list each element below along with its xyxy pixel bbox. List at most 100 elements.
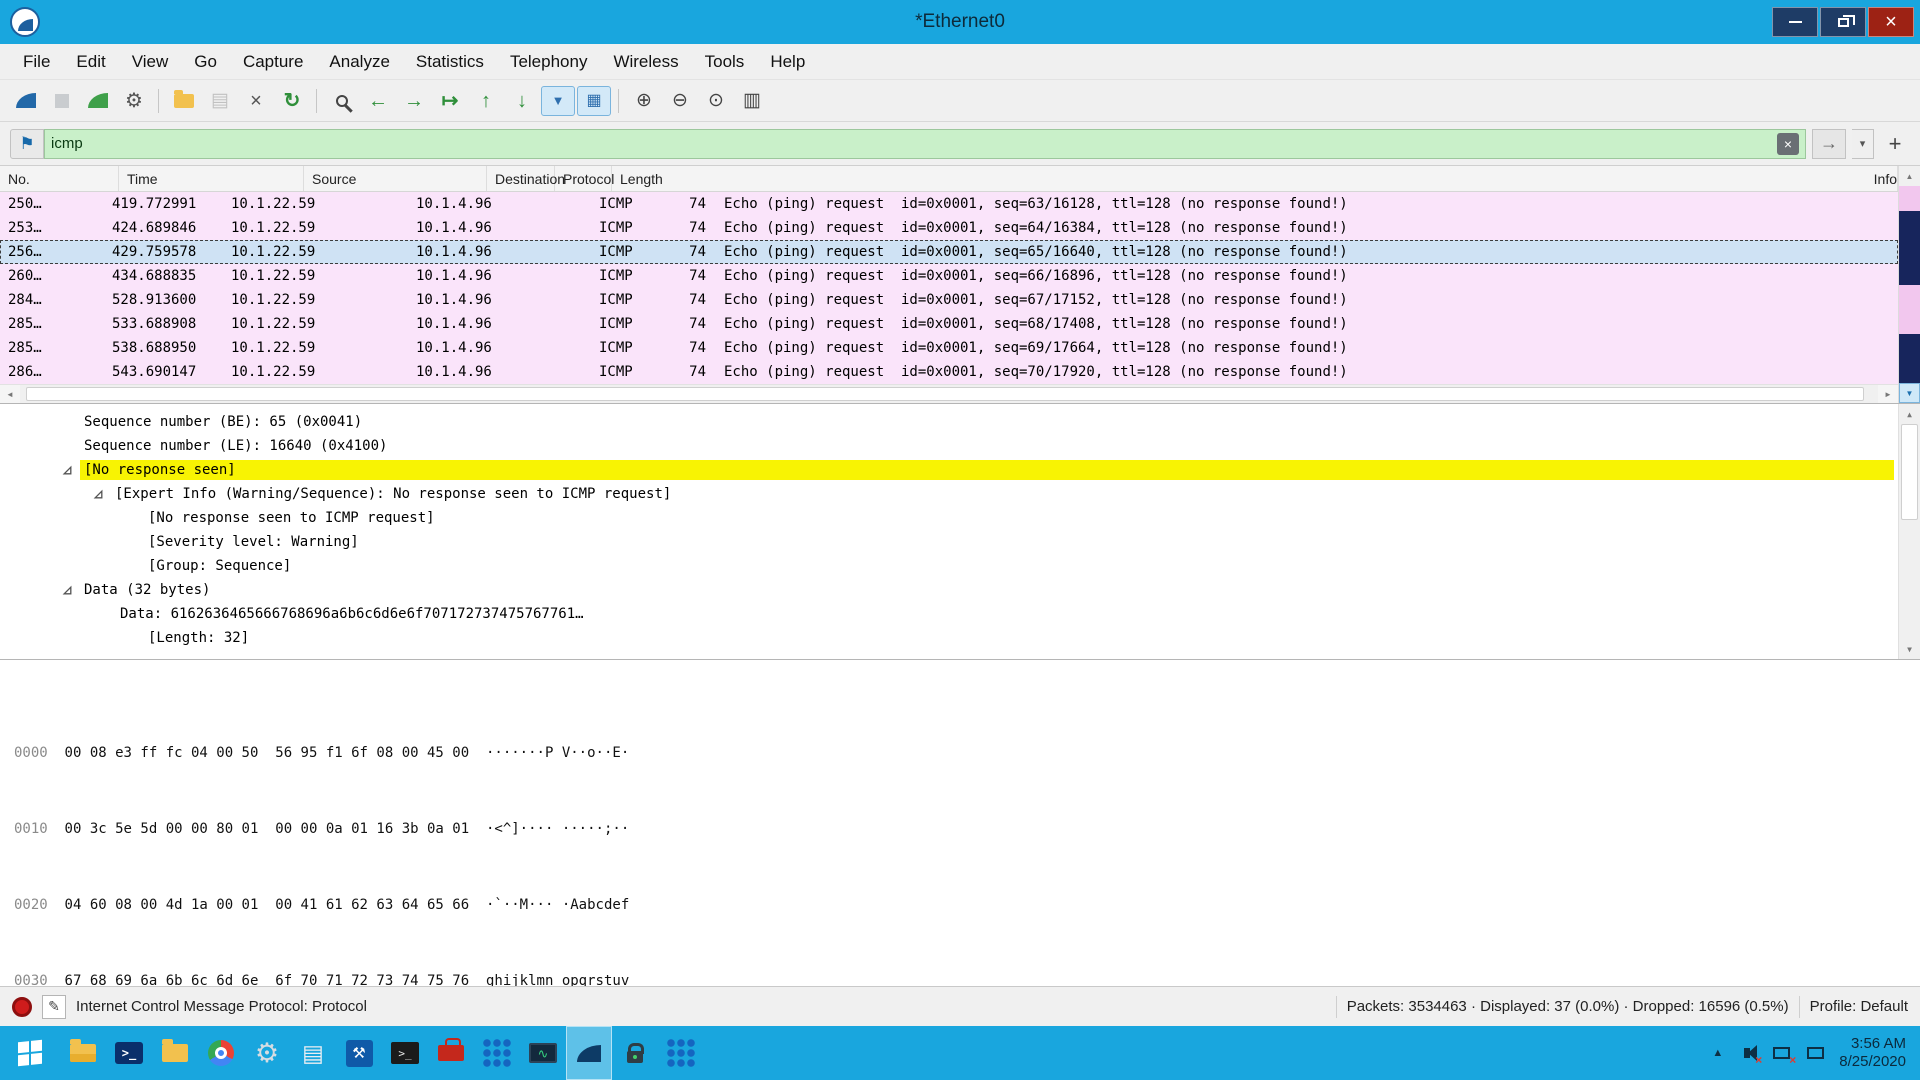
hscroll-track[interactable] bbox=[20, 385, 1878, 403]
expand-triangle-icon[interactable] bbox=[86, 489, 111, 500]
hex-row[interactable]: 002004 60 08 00 4d 1a 00 01 00 41 61 62 … bbox=[14, 896, 1920, 915]
taskbar-item-monitor-app[interactable]: ∿ bbox=[520, 1026, 566, 1080]
packet-row[interactable]: 284… 528.913600 10.1.22.59 10.1.4.96 ICM… bbox=[0, 288, 1898, 312]
packet-row[interactable]: 286… 543.690147 10.1.22.59 10.1.4.96 ICM… bbox=[0, 360, 1898, 384]
packet-row[interactable]: 256… 429.759578 10.1.22.59 10.1.4.96 ICM… bbox=[0, 240, 1898, 264]
detail-line[interactable]: Sequence number (LE): 16640 (0x4100) bbox=[0, 434, 1920, 458]
menu-item[interactable]: Tools bbox=[692, 52, 758, 72]
display-filter-input[interactable] bbox=[51, 135, 1777, 152]
menu-item[interactable]: Analyze bbox=[316, 52, 402, 72]
hex-row[interactable]: 003067 68 69 6a 6b 6c 6d 6e 6f 70 71 72 … bbox=[14, 972, 1920, 986]
taskbar-item-folder[interactable] bbox=[152, 1026, 198, 1080]
taskbar-item-tools-app[interactable]: ⚒ bbox=[336, 1026, 382, 1080]
expand-triangle-icon[interactable] bbox=[55, 585, 80, 596]
zoom-out-icon[interactable]: ⊖ bbox=[663, 86, 697, 116]
wireshark-app-icon[interactable] bbox=[10, 7, 40, 37]
start-capture-icon[interactable] bbox=[9, 86, 43, 116]
details-scroll-track[interactable] bbox=[1899, 424, 1920, 639]
go-back-icon[interactable]: ← bbox=[361, 86, 395, 116]
save-file-icon[interactable]: ▤ bbox=[203, 86, 237, 116]
packet-list-vscrollbar[interactable]: ▲ ▼ bbox=[1898, 166, 1920, 403]
packet-row[interactable]: 260… 434.688835 10.1.22.59 10.1.4.96 ICM… bbox=[0, 264, 1898, 288]
taskbar-item-toolbox[interactable] bbox=[428, 1026, 474, 1080]
column-header[interactable]: Protocol bbox=[555, 166, 612, 191]
menu-item[interactable]: Telephony bbox=[497, 52, 601, 72]
volume-muted-icon[interactable]: × bbox=[1737, 1045, 1757, 1061]
hscroll-thumb[interactable] bbox=[26, 387, 1864, 401]
detail-line[interactable]: [No response seen] bbox=[0, 458, 1920, 482]
scroll-down-icon[interactable]: ▼ bbox=[1899, 383, 1920, 403]
pc-status-icon[interactable] bbox=[1805, 1045, 1825, 1061]
taskbar-item-command-prompt[interactable]: >_ bbox=[382, 1026, 428, 1080]
capture-options-icon[interactable]: ⚙ bbox=[117, 86, 151, 116]
taskbar-item-settings[interactable]: ⚙ bbox=[244, 1026, 290, 1080]
scrollbar-minimap[interactable] bbox=[1899, 186, 1920, 383]
expand-triangle-icon[interactable] bbox=[55, 465, 80, 476]
scroll-up-icon[interactable]: ▲ bbox=[1899, 166, 1920, 186]
filter-add-button[interactable]: + bbox=[1880, 129, 1910, 159]
go-last-icon[interactable]: ↓ bbox=[505, 86, 539, 116]
detail-line[interactable]: [Expert Info (Warning/Sequence): No resp… bbox=[0, 482, 1920, 506]
scroll-right-icon[interactable]: ► bbox=[1878, 390, 1898, 399]
taskbar-item-app-grid-2[interactable] bbox=[658, 1026, 704, 1080]
column-header[interactable]: Length bbox=[612, 166, 1866, 191]
taskbar-item-powershell[interactable]: >_ bbox=[106, 1026, 152, 1080]
start-button[interactable] bbox=[0, 1026, 60, 1080]
packet-row[interactable]: 285… 538.688950 10.1.22.59 10.1.4.96 ICM… bbox=[0, 336, 1898, 360]
column-header[interactable]: Destination bbox=[487, 166, 555, 191]
zoom-100-icon[interactable]: ⊙ bbox=[699, 86, 733, 116]
close-file-icon[interactable]: × bbox=[239, 86, 273, 116]
taskbar-clock[interactable]: 3:56 AM 8/25/2020 bbox=[1839, 1035, 1906, 1071]
details-scroll-up-icon[interactable]: ▲ bbox=[1899, 404, 1920, 424]
detail-line[interactable]: [Group: Sequence] bbox=[0, 554, 1920, 578]
menu-item[interactable]: Statistics bbox=[403, 52, 497, 72]
detail-line[interactable]: Data (32 bytes) bbox=[0, 578, 1920, 602]
packet-list-hscrollbar[interactable]: ◄ ► bbox=[0, 384, 1898, 403]
packet-row[interactable]: 285… 533.688908 10.1.22.59 10.1.4.96 ICM… bbox=[0, 312, 1898, 336]
detail-line[interactable]: Sequence number (BE): 65 (0x0041) bbox=[0, 410, 1920, 434]
details-scroll-thumb[interactable] bbox=[1901, 424, 1918, 520]
maximize-button[interactable] bbox=[1820, 7, 1866, 37]
details-scroll-down-icon[interactable]: ▼ bbox=[1899, 639, 1920, 659]
scroll-left-icon[interactable]: ◄ bbox=[0, 390, 20, 399]
filter-bookmark-icon[interactable]: ⚑ bbox=[10, 129, 44, 159]
filter-clear-icon[interactable]: × bbox=[1777, 133, 1799, 155]
column-header[interactable]: No. bbox=[0, 166, 119, 191]
auto-scroll-icon[interactable]: ▼ bbox=[541, 86, 575, 116]
taskbar-item-wireshark[interactable] bbox=[566, 1026, 612, 1080]
go-to-packet-icon[interactable]: ↦ bbox=[433, 86, 467, 116]
resize-columns-icon[interactable]: ▥ bbox=[735, 86, 769, 116]
hex-row[interactable]: 001000 3c 5e 5d 00 00 80 01 00 00 0a 01 … bbox=[14, 820, 1920, 839]
taskbar-item-chrome[interactable] bbox=[198, 1026, 244, 1080]
taskbar-item-lock-app[interactable] bbox=[612, 1026, 658, 1080]
taskbar-item-app-grid-1[interactable] bbox=[474, 1026, 520, 1080]
go-forward-icon[interactable]: → bbox=[397, 86, 431, 116]
detail-line[interactable]: [Length: 32] bbox=[0, 626, 1920, 650]
menu-item[interactable]: Go bbox=[181, 52, 230, 72]
menu-item[interactable]: Help bbox=[757, 52, 818, 72]
detail-line[interactable]: [No response seen to ICMP request] bbox=[0, 506, 1920, 530]
menu-item[interactable]: Wireless bbox=[600, 52, 691, 72]
taskbar-item-file-explorer[interactable] bbox=[60, 1026, 106, 1080]
colorize-icon[interactable]: ▦ bbox=[577, 86, 611, 116]
packet-bytes-pane[interactable]: 000000 08 e3 ff fc 04 00 50 56 95 f1 6f … bbox=[0, 660, 1920, 986]
details-vscrollbar[interactable]: ▲ ▼ bbox=[1898, 404, 1920, 659]
packet-row[interactable]: 250… 419.772991 10.1.22.59 10.1.4.96 ICM… bbox=[0, 192, 1898, 216]
capture-comment-icon[interactable]: ✎ bbox=[42, 995, 66, 1019]
restart-capture-icon[interactable] bbox=[81, 86, 115, 116]
menu-item[interactable]: Capture bbox=[230, 52, 316, 72]
filter-dropdown-icon[interactable]: ▾ bbox=[1852, 129, 1874, 159]
go-first-icon[interactable]: ↑ bbox=[469, 86, 503, 116]
detail-line[interactable]: [Severity level: Warning] bbox=[0, 530, 1920, 554]
stop-capture-icon[interactable] bbox=[45, 86, 79, 116]
network-status-icon[interactable]: × bbox=[1771, 1045, 1791, 1061]
menu-item[interactable]: Edit bbox=[63, 52, 118, 72]
close-button[interactable]: × bbox=[1868, 7, 1914, 37]
column-header[interactable]: Time bbox=[119, 166, 304, 191]
column-header[interactable]: Info bbox=[1866, 166, 1898, 191]
hex-row[interactable]: 000000 08 e3 ff fc 04 00 50 56 95 f1 6f … bbox=[14, 744, 1920, 763]
zoom-in-icon[interactable]: ⊕ bbox=[627, 86, 661, 116]
status-profile[interactable]: Profile: Default bbox=[1810, 998, 1908, 1015]
column-header[interactable]: Source bbox=[304, 166, 487, 191]
filter-apply-icon[interactable]: → bbox=[1812, 129, 1846, 159]
